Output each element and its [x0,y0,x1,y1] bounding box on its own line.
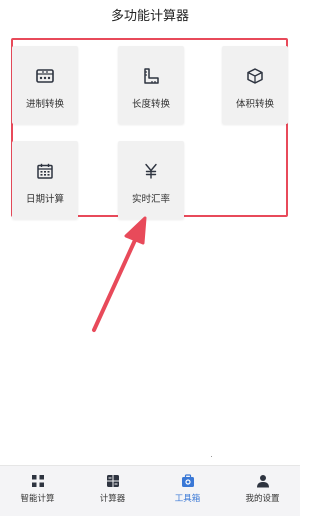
tab-smart-calc[interactable]: 智能计算 [0,466,75,516]
bottom-tab-bar: 智能计算 计算器 工具箱 我的设置 [0,465,300,516]
tab-calculator[interactable]: 计算器 [75,466,150,516]
grid-icon [0,474,75,488]
tab-label: 智能计算 [20,494,55,504]
calculator-icon [75,474,150,488]
annotation-arrow [92,216,147,332]
tab-label: 我的设置 [245,494,280,504]
tab-label: 工具箱 [174,494,201,504]
user-icon [225,474,300,488]
toolbox-icon [150,474,225,488]
tab-label: 计算器 [99,494,126,504]
stray-dot [211,456,212,457]
tab-toolbox[interactable]: 工具箱 [150,466,225,516]
tools-screen: 多功能计算器 进制转换 长度转换 体积转换 日期计算 实时汇率 智能计算 计算器… [0,0,300,516]
tab-my-settings[interactable]: 我的设置 [225,466,300,516]
